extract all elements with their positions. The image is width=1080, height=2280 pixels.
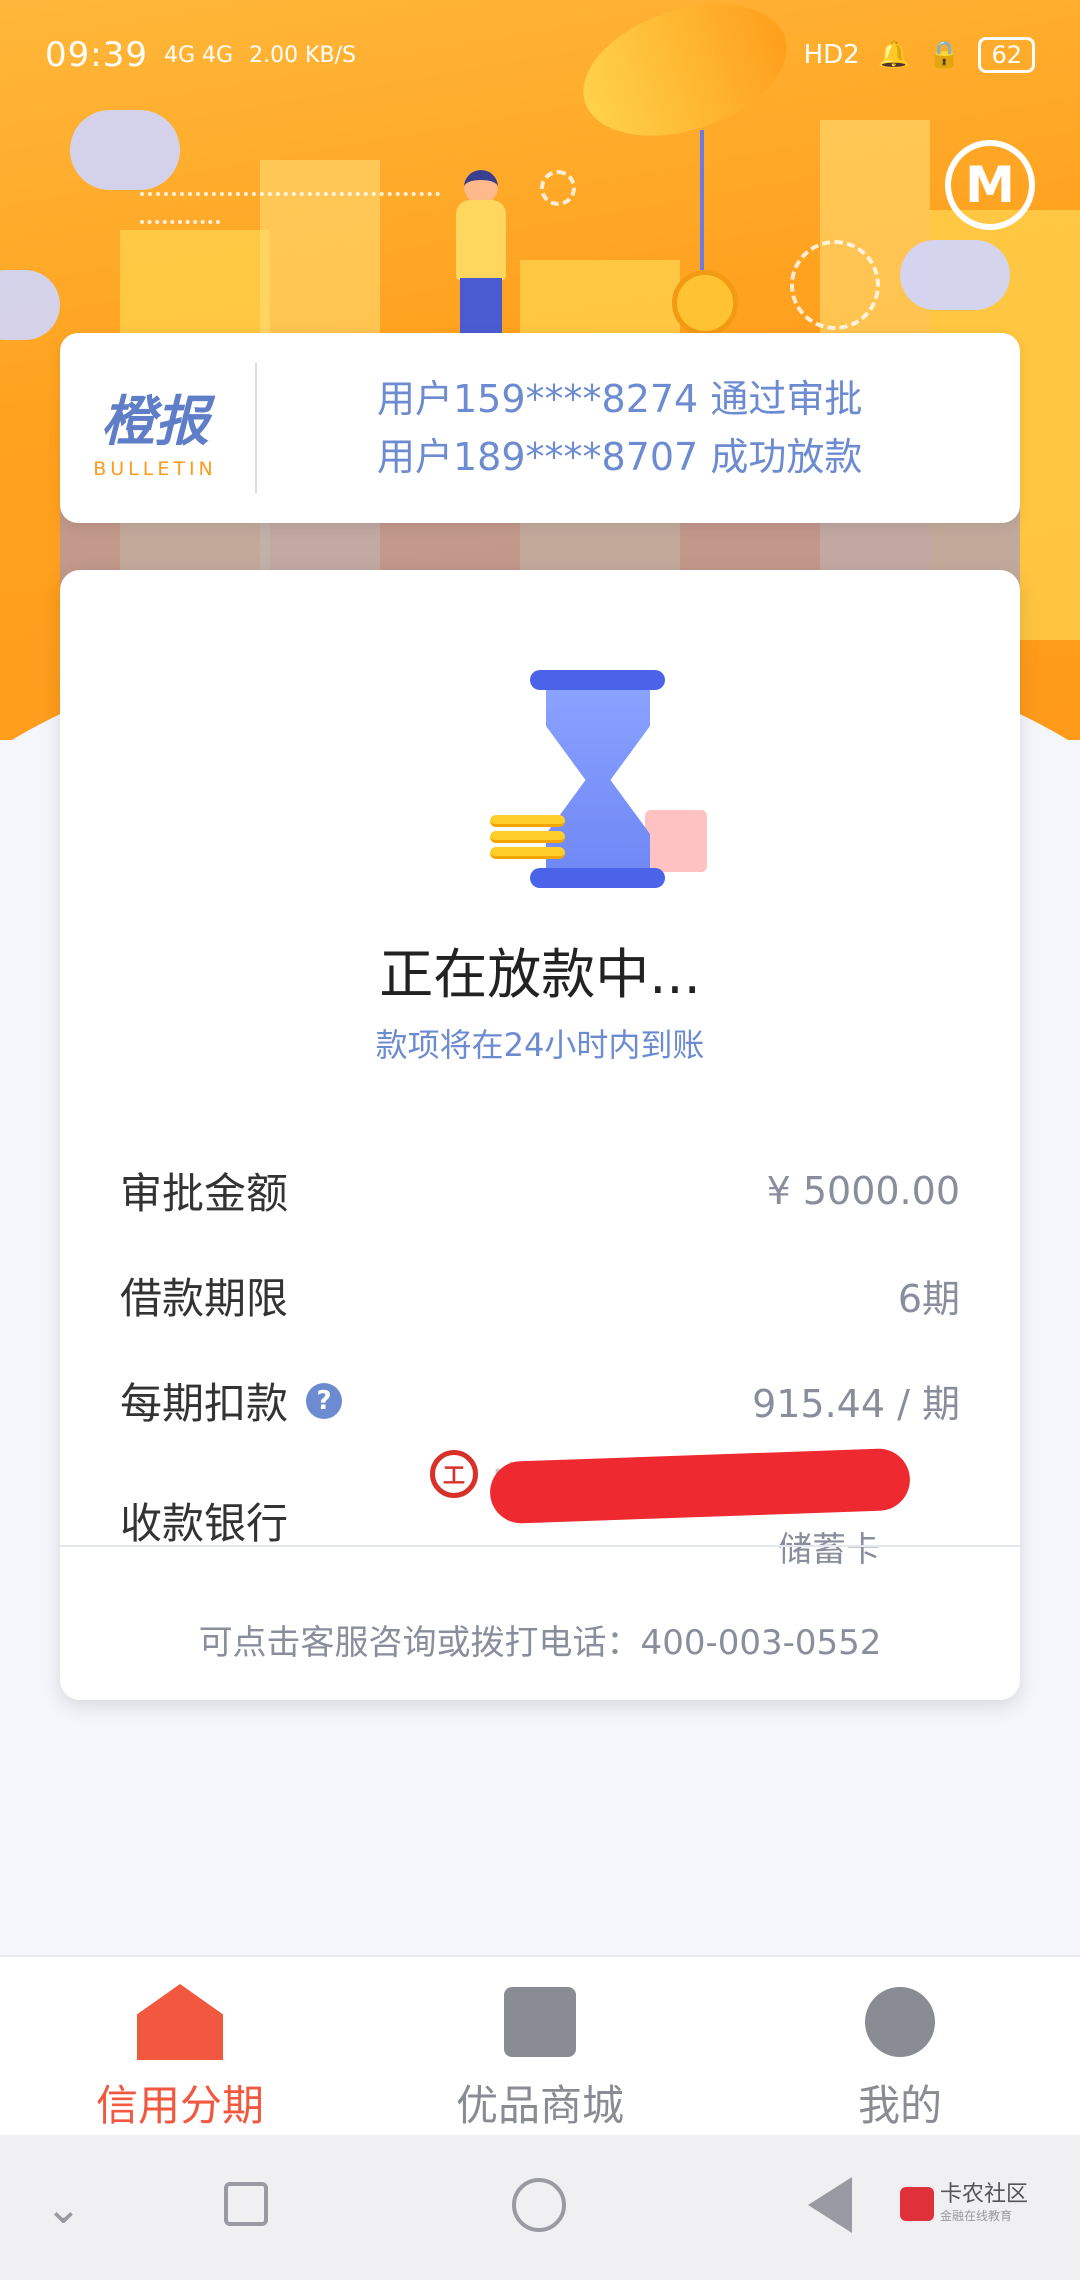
hd-icon: HD2 [803, 40, 860, 70]
loan-term-row: 借款期限 6期 [120, 1265, 960, 1326]
watermark-name: 卡农社区 [940, 2182, 1029, 2207]
bank-logo-icon: 工 [430, 1450, 478, 1498]
chevron-down-icon[interactable]: ⌄ [45, 2183, 82, 2234]
signal-icon: 4G 4G [163, 42, 234, 68]
approved-amount-row: 审批金额 ¥ 5000.00 [120, 1160, 960, 1221]
coins-icon [490, 815, 565, 863]
coin-illustration [672, 270, 738, 336]
blimp-string [700, 130, 704, 270]
row-label: 借款期限 [120, 1274, 289, 1323]
bulletin-brand-cn: 橙报 [101, 389, 209, 453]
system-nav-bar: ⌄ 卡农社区 金融在线教育 [0, 2135, 1080, 2280]
hourglass-bottom [530, 868, 665, 888]
banknote-icon [645, 810, 707, 872]
row-label: 每期扣款 [120, 1379, 289, 1428]
tab-mall[interactable]: 优品商城 [360, 1957, 720, 2135]
tab-label: 信用分期 [95, 2081, 264, 2130]
lock-icon: 🔒 [928, 40, 961, 70]
status-bar: 09:39 4G 4G 2.00 KB/S HD2 🔔 🔒 62 [0, 0, 1080, 110]
circle-decor [790, 240, 880, 330]
cloud-decor [70, 110, 180, 190]
watermark-sub: 金融在线教育 [940, 2209, 1013, 2223]
bulletin-message: 用户189****8707 成功放款 [377, 435, 863, 479]
tab-credit-installment[interactable]: 信用分期 [0, 1957, 360, 2135]
installment-row: 每期扣款 ? 915.44 / 期 [120, 1370, 960, 1431]
bulletin-brand: 橙报 BULLETIN [60, 377, 250, 480]
bell-icon: 🔔 [877, 40, 911, 70]
tab-label: 优品商城 [455, 2081, 624, 2130]
row-label: 收款银行 [120, 1498, 289, 1548]
status-title: 正在放款中... [379, 943, 701, 1006]
row-label: 审批金额 [120, 1169, 289, 1218]
watermark-logo-icon [900, 2186, 934, 2221]
hourglass-icon [430, 670, 707, 890]
bulletin-card[interactable]: 橙报 BULLETIN 用户159****8274 通过审批 用户189****… [60, 333, 1020, 523]
shopping-bag-icon [495, 1982, 585, 2062]
circle-decor [540, 170, 576, 206]
card-divider [60, 1545, 1020, 1547]
bulletin-messages: 用户159****8274 通过审批 用户189****8707 成功放款 [257, 370, 1020, 486]
status-subtitle: 款项将在24小时内到账 [375, 1026, 705, 1064]
home-button[interactable] [512, 2178, 566, 2232]
customer-service-hint[interactable]: 可点击客服咨询或拨打电话：400-003-0552 [60, 1615, 1020, 1664]
m-logo-icon[interactable]: M [945, 140, 1035, 230]
back-button[interactable] [808, 2177, 852, 2233]
tab-me[interactable]: 我的 [720, 1957, 1080, 2135]
cloud-decor [0, 270, 60, 340]
recents-button[interactable] [224, 2182, 268, 2226]
row-value: 915.44 / 期 [752, 1382, 960, 1426]
bank-row: 收款银行 工 中 储蓄卡 [120, 1440, 960, 1570]
status-time: 09:39 [45, 35, 148, 75]
bulletin-brand-en: BULLETIN [93, 457, 217, 480]
bulletin-message: 用户159****8274 通过审批 [377, 377, 863, 421]
help-icon[interactable]: ? [306, 1382, 343, 1419]
dotted-line [140, 220, 220, 224]
home-icon [135, 1982, 225, 2062]
battery-icon: 62 [978, 37, 1035, 73]
dotted-line [140, 192, 440, 196]
row-label-wrap: 每期扣款 ? [120, 1370, 343, 1431]
watermark: 卡农社区 金融在线教育 [900, 2183, 1028, 2224]
network-speed: 2.00 KB/S [249, 42, 356, 68]
row-value: 6期 [897, 1277, 960, 1321]
person-illustration [456, 200, 506, 280]
loan-status-card: 正在放款中... 款项将在24小时内到账 审批金额 ¥ 5000.00 借款期限… [60, 570, 1020, 1700]
row-value: ¥ 5000.00 [766, 1168, 960, 1213]
profile-icon [855, 1982, 945, 2062]
tab-label: 我的 [857, 2081, 942, 2130]
bottom-tab-bar: 信用分期 优品商城 我的 [0, 1955, 1080, 2135]
person-illustration [464, 170, 498, 204]
cloud-decor [900, 240, 1010, 310]
bank-info: 工 中 储蓄卡 [430, 1440, 911, 1570]
person-illustration [460, 278, 502, 338]
redaction-mark [489, 1447, 911, 1525]
hourglass-top [530, 670, 665, 690]
